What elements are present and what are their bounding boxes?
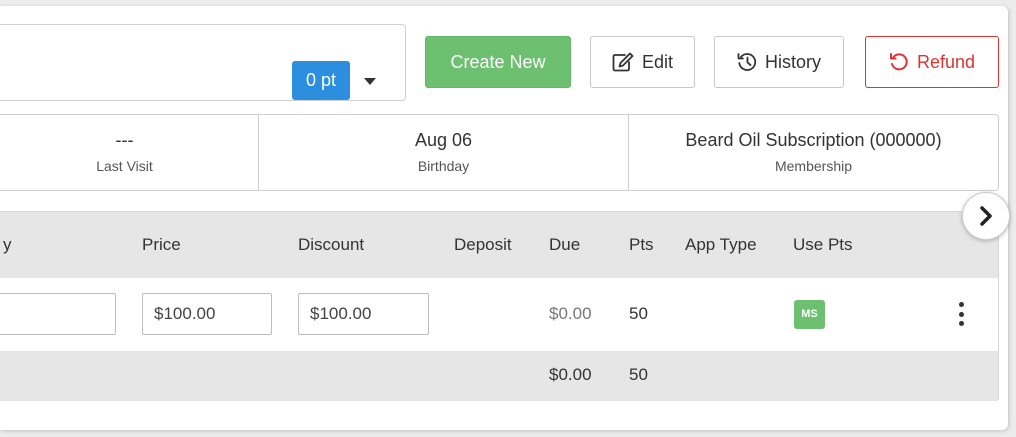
column-header-discount: Discount (298, 235, 365, 254)
line-items-table: y Price Discount Deposit Due Pts App Typ… (0, 211, 999, 401)
due-value: $0.00 (549, 304, 592, 323)
column-header-app-type: App Type (685, 235, 757, 254)
refund-icon (889, 53, 908, 71)
client-card: 0 pt Create New Edit History Refund --- … (0, 6, 1008, 430)
kebab-dot (958, 321, 964, 326)
client-info-row: --- Last Visit Aug 06 Birthday Beard Oil… (0, 114, 999, 191)
column-header-price: Price (142, 235, 181, 254)
birthday-label: Birthday (417, 158, 470, 174)
birthday-value: Aug 06 (414, 130, 473, 150)
history-label: History (764, 51, 821, 72)
discount-input[interactable] (298, 293, 429, 335)
edit-button[interactable]: Edit (590, 36, 695, 88)
price-input[interactable] (142, 293, 272, 335)
edit-label: Edit (641, 51, 674, 72)
column-header-pts: Pts (629, 235, 654, 254)
membership-value: Beard Oil Subscription (000000) (685, 130, 942, 150)
pts-total: 50 (629, 365, 648, 384)
pts-value: 50 (629, 304, 648, 323)
create-new-label: Create New (450, 51, 546, 72)
column-header-due: Due (549, 235, 581, 254)
scroll-right-button[interactable] (962, 192, 1010, 240)
column-header-qty: y (3, 235, 12, 254)
refund-button[interactable]: Refund (865, 36, 999, 88)
history-button[interactable]: History (714, 36, 844, 88)
last-visit-label: Last Visit (96, 158, 153, 174)
client-search-box[interactable]: 0 pt (0, 24, 406, 101)
last-visit-value: --- (115, 130, 134, 150)
points-dropdown-button[interactable] (359, 70, 381, 92)
membership-cell: Beard Oil Subscription (000000) Membersh… (628, 115, 998, 190)
birthday-cell: Aug 06 Birthday (258, 115, 628, 190)
table-header: y Price Discount Deposit Due Pts App Typ… (0, 212, 998, 278)
membership-label: Membership (774, 158, 853, 174)
table-row: $0.00 50 MS (0, 278, 998, 351)
refund-label: Refund (916, 51, 976, 72)
chevron-right-icon (980, 206, 992, 226)
kebab-dot (958, 302, 964, 307)
table-totals-row: $0.00 50 (0, 351, 998, 401)
edit-icon (612, 52, 634, 72)
due-total: $0.00 (549, 365, 592, 384)
quantity-input[interactable] (0, 293, 116, 335)
column-header-deposit: Deposit (454, 235, 512, 254)
create-new-button[interactable]: Create New (425, 36, 571, 88)
points-badge[interactable]: 0 pt (292, 61, 350, 100)
kebab-dot (958, 311, 964, 317)
last-visit-cell: --- Last Visit (0, 115, 258, 190)
column-header-use-pts: Use Pts (793, 235, 853, 254)
caret-down-icon (364, 77, 376, 85)
history-icon (737, 53, 757, 71)
more-vertical-icon[interactable] (951, 299, 971, 329)
use-pts-badge[interactable]: MS (794, 300, 825, 329)
